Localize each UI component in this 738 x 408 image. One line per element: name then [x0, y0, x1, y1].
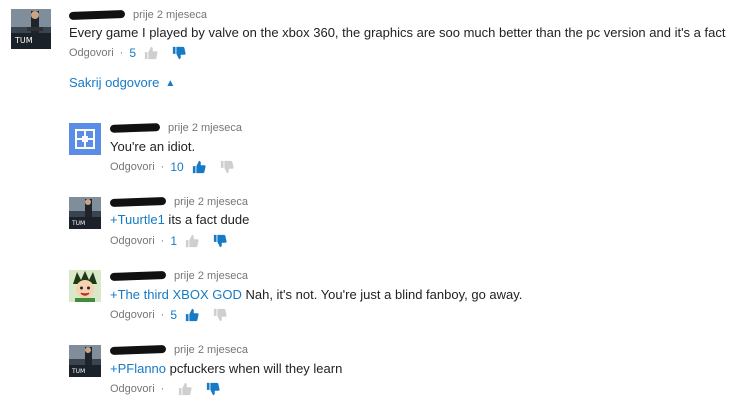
game-poster-avatar-icon: TUM — [69, 345, 101, 377]
mention-link[interactable]: +PFlanno — [110, 361, 166, 376]
reply-button[interactable]: Odgovori — [110, 307, 155, 323]
comment-actions: Odgovori · 1 — [110, 233, 241, 249]
comment-text: Every game I played by valve on the xbox… — [69, 25, 726, 40]
hide-replies-toggle[interactable]: Sakrij odgovore ▲ — [69, 75, 175, 92]
redacted-author-name[interactable] — [109, 271, 167, 281]
comment-body: Nah, it's not. You're just a blind fanbo… — [241, 287, 523, 302]
anime-character-avatar-icon — [69, 270, 101, 302]
thumbs-down-icon[interactable] — [213, 308, 227, 322]
separator-dot: · — [160, 235, 165, 248]
redacted-author-name[interactable] — [68, 10, 126, 20]
comment-timestamp[interactable]: prije 2 mjeseca — [174, 196, 248, 208]
thumbs-up-icon[interactable] — [192, 160, 206, 174]
comment-actions: Odgovori · — [110, 381, 234, 397]
thumbs-up-icon[interactable] — [144, 46, 158, 60]
reply-button[interactable]: Odgovori — [110, 233, 155, 249]
like-count: 5 — [170, 308, 177, 323]
game-poster-avatar-icon: TUM — [11, 9, 51, 49]
avatar[interactable]: TUM — [69, 197, 101, 229]
comment-actions: Odgovori · 5 — [110, 307, 241, 323]
avatar-caption: TUM — [14, 36, 33, 45]
thumbs-up-icon[interactable] — [185, 308, 199, 322]
comment-body: You're an idiot. — [110, 139, 196, 154]
avatar[interactable]: TUM — [69, 345, 101, 377]
blue-default-avatar-icon — [69, 123, 101, 155]
redacted-author-name[interactable] — [109, 197, 167, 207]
comment-timestamp[interactable]: prije 2 mjeseca — [168, 122, 242, 134]
redacted-author-name[interactable] — [109, 123, 161, 133]
comment-text: You're an idiot. — [110, 139, 195, 155]
comment-text: +The third XBOX GOD Nah, it's not. You'r… — [110, 287, 522, 303]
comment-header: prije 2 mjeseca — [109, 195, 248, 209]
redacted-author-name[interactable] — [109, 345, 167, 355]
comment-header: prije 2 mjeseca — [68, 8, 207, 22]
like-count: 5 — [129, 46, 136, 61]
chevron-up-icon: ▲ — [165, 77, 176, 89]
reply-button[interactable]: Odgovori — [69, 45, 114, 61]
comment-timestamp[interactable]: prije 2 mjeseca — [133, 9, 207, 21]
avatar[interactable] — [69, 270, 101, 302]
comment-body: its a fact dude — [164, 212, 250, 227]
avatar-caption: TUM — [71, 220, 85, 227]
like-count: 1 — [170, 234, 177, 249]
comment-body: pcfuckers when will they learn — [166, 361, 343, 376]
thumbs-up-icon[interactable] — [185, 234, 199, 248]
thumbs-down-icon[interactable] — [213, 234, 227, 248]
comment-text: +PFlanno pcfuckers when will they learn — [110, 361, 342, 377]
avatar[interactable]: TUM — [11, 9, 51, 49]
comment-text: +Tuurtle1 its a fact dude — [110, 212, 249, 228]
thumbs-down-icon[interactable] — [220, 160, 234, 174]
comment-header: prije 2 mjeseca — [109, 121, 242, 135]
reply-button[interactable]: Odgovori — [110, 159, 155, 175]
separator-dot: · — [160, 161, 165, 174]
thumbs-down-icon[interactable] — [172, 46, 186, 60]
comment-actions: Odgovori · 5 — [69, 45, 200, 61]
avatar-caption: TUM — [71, 368, 85, 375]
avatar[interactable] — [69, 123, 101, 155]
game-poster-avatar-icon: TUM — [69, 197, 101, 229]
comment-header: prije 2 mjeseca — [109, 269, 248, 283]
thumbs-down-icon[interactable] — [206, 382, 220, 396]
comment-timestamp[interactable]: prije 2 mjeseca — [174, 270, 248, 282]
separator-dot: · — [160, 309, 165, 322]
separator-dot: · — [160, 383, 165, 396]
mention-link[interactable]: +Tuurtle1 — [110, 212, 165, 227]
comment-actions: Odgovori · 10 — [110, 159, 248, 175]
thumbs-up-icon[interactable] — [178, 382, 192, 396]
separator-dot: · — [119, 47, 124, 60]
mention-link[interactable]: +The third XBOX GOD — [110, 287, 242, 302]
comment-timestamp[interactable]: prije 2 mjeseca — [174, 344, 248, 356]
comment-header: prije 2 mjeseca — [109, 343, 248, 357]
reply-button[interactable]: Odgovori — [110, 381, 155, 397]
like-count: 10 — [170, 160, 184, 175]
hide-replies-label: Sakrij odgovore — [69, 75, 160, 90]
